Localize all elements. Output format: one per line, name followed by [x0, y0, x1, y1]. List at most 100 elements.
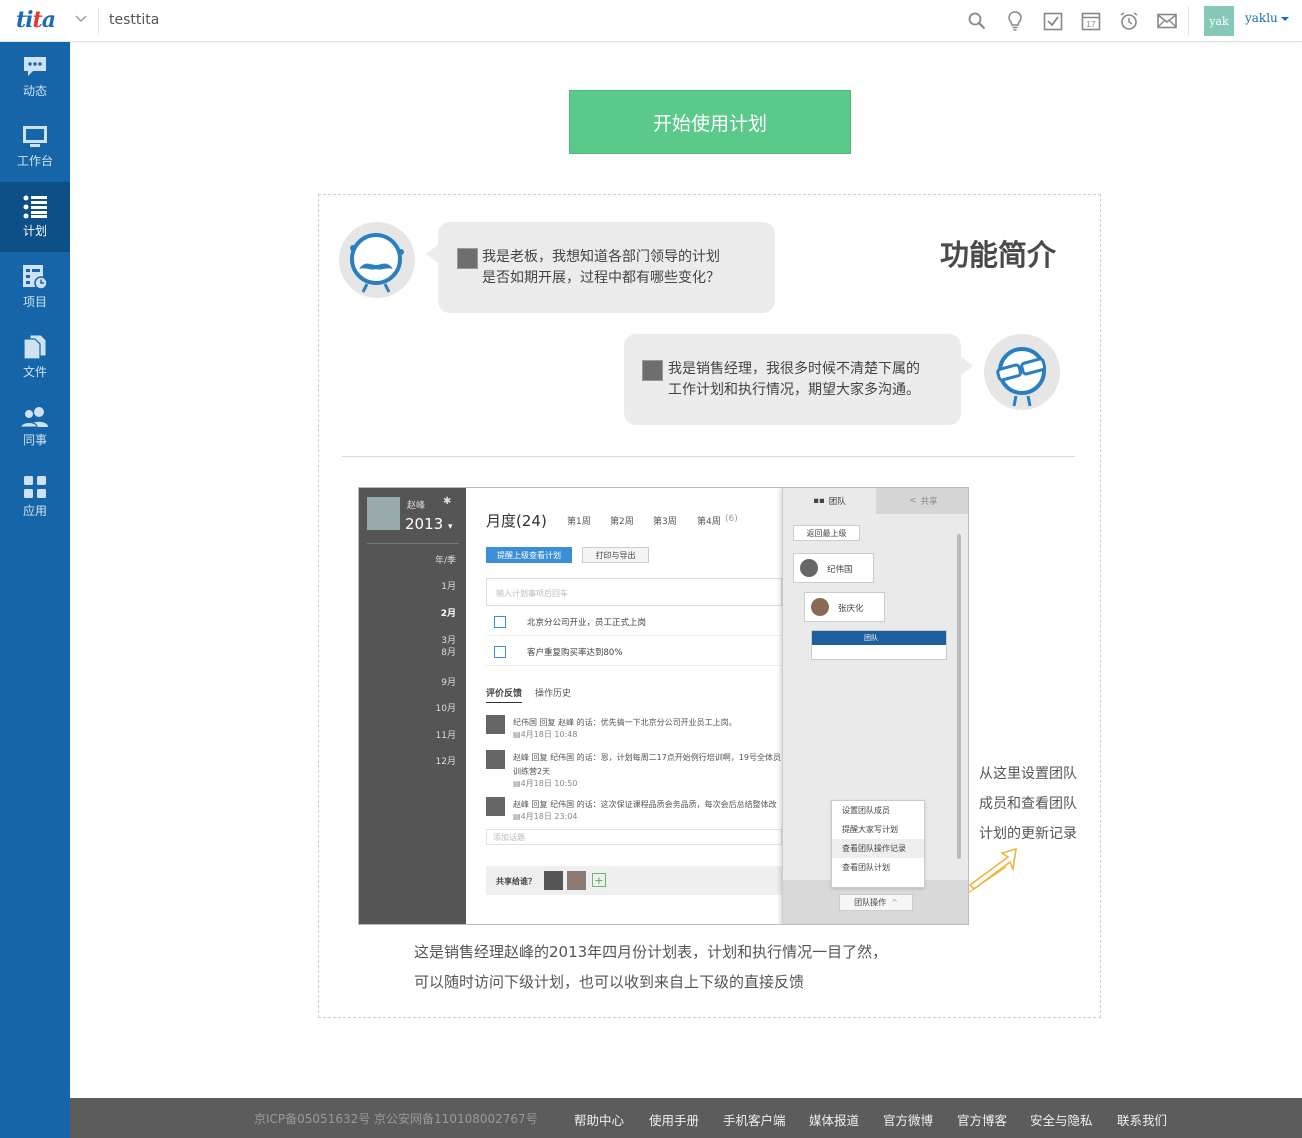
sidebar-item-dynamics[interactable]: 动态	[0, 42, 70, 112]
preview-team-node: 张庆化	[804, 592, 885, 622]
preview-comment-time: ▤4月18日 10:50	[513, 779, 578, 788]
preview-comment-time-value: 4月18日 10:50	[520, 779, 578, 788]
sidebar-item-apps[interactable]: 应用	[0, 462, 70, 532]
preview-task-text: 北京分公司开业，员工正式上岗	[527, 618, 647, 628]
sidebar-item-label: 工作台	[16, 154, 53, 168]
tita-logo[interactable]: tita	[16, 7, 56, 33]
avatar	[567, 871, 586, 890]
preview-week: 第4周	[697, 517, 721, 527]
footer-link-security[interactable]: 安全与隐私	[1030, 1110, 1093, 1129]
share-icon: <	[909, 496, 917, 506]
gear-icon: ✱	[443, 496, 452, 507]
preview-comment-text: 赵峰 回复 纪伟国 的话：恩，计划每周二17点开始例行培训啊，19号全体员	[513, 753, 781, 762]
preview-comment-text: 赵峰 回复 纪伟国 的话：这次保证课程品质会务品质，每次会后总结整体改	[513, 800, 777, 809]
footer-link-mobile[interactable]: 手机客户端	[723, 1110, 786, 1129]
preview-task: 客户重复购买率达到80%	[486, 638, 782, 666]
preview-share-bar: 共享给谁？ +	[486, 866, 782, 895]
footer-link-help[interactable]: 帮助中心	[574, 1110, 624, 1129]
top-bar: tita testtita 17 yak yaklu	[0, 0, 1302, 42]
people-icon	[20, 407, 48, 428]
preview-month-sidebar: 赵峰 ✱ 2013 ▾ 年/季 1月 2月 3月 8月 9月 10月 11月 1…	[359, 488, 466, 924]
alarm-icon[interactable]	[1110, 10, 1148, 32]
preview-year-value: 2013	[405, 515, 444, 533]
caption-line: 可以随时访问下级计划，也可以收到来自上下级的直接反馈	[414, 973, 805, 991]
preview-tab-team: ▪▪ 团队	[783, 488, 876, 514]
preview-caption: 这是销售经理赵峰的2013年四月份计划表，计划和执行情况一目了然， 可以随时访问…	[414, 937, 887, 997]
bubble-line: 我是老板，我想知道各部门领导的计划	[482, 249, 720, 265]
username[interactable]: yaklu	[1245, 11, 1278, 25]
preview-task: 北京分公司开业，员工正式上岗	[486, 608, 782, 636]
preview-week: 第2周	[610, 517, 634, 527]
preview-comment-text: 训练营2天	[513, 767, 551, 776]
divider	[367, 543, 459, 544]
preview-task-text: 客户重复购买率达到80%	[527, 648, 623, 658]
preview-team-op-button: 团队操作 ^	[839, 894, 913, 911]
sidebar-item-project[interactable]: 项目	[0, 252, 70, 322]
preview-team-bar: 团队	[812, 631, 946, 645]
project-chart-icon	[23, 265, 48, 290]
preview-tab-feedback: 评价反馈	[486, 686, 523, 703]
mail-icon[interactable]	[1148, 10, 1186, 32]
preview-month: 10月	[435, 704, 456, 714]
preview-month: 12月	[435, 757, 456, 767]
sidebar-item-workbench[interactable]: 工作台	[0, 112, 70, 182]
preview-week: 第3周	[653, 517, 677, 527]
logo-text: tita	[16, 7, 56, 33]
mascot-glasses-icon	[996, 347, 1047, 407]
preview-team-menu: 设置团队成员 提醒大家写计划 查看团队操作记录 查看团队计划	[831, 800, 925, 888]
calendar-icon[interactable]: 17	[1072, 10, 1110, 32]
sidebar-item-plan[interactable]: 计划	[0, 182, 70, 252]
preview-node-name: 张庆化	[838, 604, 864, 614]
start-plan-button[interactable]: 开始使用计划	[569, 90, 851, 154]
preview-period-label: 年/季	[434, 556, 456, 566]
preview-menu-item: 查看团队操作记录	[832, 839, 924, 858]
preview-menu-item: 设置团队成员	[842, 806, 890, 815]
avatar	[544, 871, 563, 890]
preview-tab-history: 操作历史	[535, 689, 572, 699]
avatar	[642, 360, 663, 381]
footer-link-media[interactable]: 媒体报道	[809, 1110, 859, 1129]
avatar	[486, 715, 505, 734]
side-note-line: 计划的更新记录	[979, 826, 1077, 842]
boss-speech-bubble: 我是老板，我想知道各部门领导的计划 是否如期开展，过程中都有哪些变化？	[426, 222, 775, 313]
bubble-line: 我是销售经理，我很多时候不清楚下属的	[668, 361, 920, 377]
manager-speech-bubble: 我是销售经理，我很多时候不清楚下属的 工作计划和执行情况，期望大家多沟通。	[624, 334, 973, 425]
footer-link-manual[interactable]: 使用手册	[649, 1110, 699, 1129]
monitor-icon	[23, 126, 47, 147]
preview-comment-time-value: 4月18日 23:04	[520, 812, 578, 821]
divider	[342, 456, 1075, 457]
avatar	[800, 559, 818, 577]
sidebar-item-colleagues[interactable]: 同事	[0, 392, 70, 462]
footer-icp[interactable]: 京ICP备05051632号 京公安网备110108002767号	[254, 1110, 538, 1127]
chevron-down-icon[interactable]	[74, 12, 88, 26]
divider	[1188, 6, 1189, 36]
task-check-icon[interactable]	[1034, 10, 1072, 32]
search-icon[interactable]	[958, 10, 996, 32]
preview-month: 9月	[441, 678, 456, 688]
checkbox-icon	[494, 646, 506, 658]
footer-link-contact[interactable]: 联系我们	[1117, 1110, 1167, 1129]
preview-menu-item: 查看团队计划	[842, 863, 890, 872]
lightbulb-icon[interactable]	[996, 10, 1034, 32]
sidebar-item-label: 项目	[22, 295, 47, 309]
sidebar: 动态 工作台 计划 项目 文件 同事 应用	[0, 42, 70, 1138]
preview-print-button: 打印与导出	[582, 547, 649, 563]
avatar	[457, 248, 478, 269]
org-name[interactable]: testtita	[109, 12, 159, 28]
preview-week-count: (6)	[725, 514, 738, 524]
files-icon	[23, 334, 47, 360]
footer-link-blog[interactable]: 官方博客	[957, 1110, 1007, 1129]
footer-link-weibo[interactable]: 官方微博	[883, 1110, 933, 1129]
preview-user-name: 赵峰	[407, 501, 426, 511]
sidebar-item-files[interactable]: 文件	[0, 322, 70, 392]
preview-month: 8月	[441, 648, 456, 658]
side-note-line: 从这里设置团队	[979, 766, 1077, 782]
preview-year-caret: ▾	[447, 522, 453, 532]
divider	[98, 8, 99, 34]
toolbar-icons: 17	[958, 10, 1186, 32]
avatar[interactable]: yak	[1204, 6, 1234, 36]
sidebar-item-label: 文件	[22, 365, 47, 379]
caret-down-icon[interactable]	[1281, 17, 1289, 21]
checkbox-icon	[494, 616, 506, 628]
preview-team-op-label: 团队操作	[854, 898, 887, 907]
